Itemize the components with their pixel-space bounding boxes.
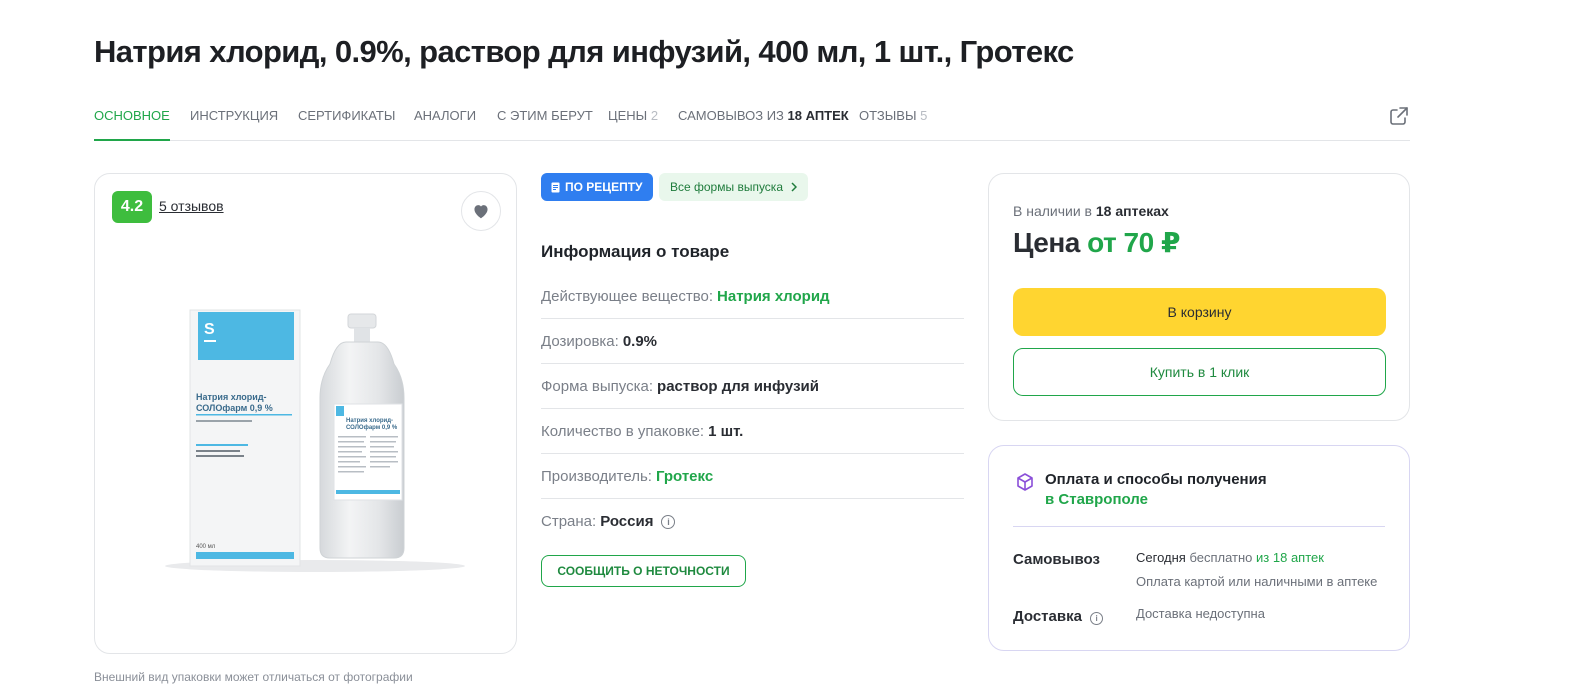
- tab-reviews[interactable]: Отзывы 5: [859, 108, 927, 123]
- chevron-right-icon: [791, 182, 797, 192]
- info-icon[interactable]: i: [1090, 612, 1104, 625]
- info-row-dosage: Дозировка: 0.9%: [541, 319, 964, 364]
- bottle-name-line2: СОЛОфарм 0,9 %: [346, 424, 398, 431]
- info-row-country: Страна: Россия i: [541, 499, 964, 544]
- favorite-button[interactable]: [461, 191, 501, 231]
- pack-brand-letter: S: [204, 321, 215, 338]
- box-icon: [1017, 473, 1033, 491]
- info-row-substance: Действующее вещество: Натрия хлорид: [541, 274, 964, 319]
- rating-badge: 4.2: [112, 191, 152, 223]
- info-title: Информация о товаре: [541, 242, 730, 261]
- price-value: от 70 ₽: [1087, 227, 1180, 258]
- delivery-card: Оплата и способы получения в Ставрополе …: [988, 445, 1410, 651]
- tab-analogs[interactable]: Аналоги: [414, 108, 476, 123]
- tab-count: 2: [650, 108, 659, 123]
- tab-count: 5: [920, 108, 928, 123]
- info-list: Действующее вещество: Натрия хлорид Дози…: [541, 274, 964, 544]
- tab-instruction[interactable]: Инструкция: [190, 108, 278, 123]
- substance-link[interactable]: Натрия хлорид: [717, 288, 830, 305]
- pack-name-line2: СОЛОфарм 0,9 %: [196, 403, 273, 413]
- price: Цена от 70 ₽: [1013, 227, 1180, 258]
- info-row-manufacturer: Производитель: Гротекс: [541, 454, 964, 499]
- bottle-name-line1: Натрия хлорид-: [346, 418, 393, 424]
- product-image-card: 4.2 5 отзывов S Натрия хлорид- СОЛОфарм …: [94, 173, 517, 654]
- all-forms-button[interactable]: Все формы выпуска: [659, 173, 808, 201]
- product-photo: S Натрия хлорид- СОЛОфарм 0,9 % 400 мл Н…: [165, 309, 465, 572]
- buy-one-click-button[interactable]: Купить в 1 клик: [1013, 348, 1386, 396]
- heart-icon: [474, 205, 488, 219]
- info-row-form: Форма выпуска: раствор для инфузий: [541, 364, 964, 409]
- delivery-value: Доставка недоступна: [1136, 606, 1265, 621]
- tab-certificates[interactable]: Сертификаты: [298, 108, 395, 123]
- pack-name-line1: Натрия хлорид-: [196, 392, 267, 402]
- product-title: Натрия хлорид, 0.9%, раствор для инфузий…: [94, 34, 1074, 69]
- pickup-stores-link[interactable]: из 18 аптек: [1256, 550, 1324, 565]
- info-row-quantity: Количество в упаковке: 1 шт.: [541, 409, 964, 454]
- manufacturer-link[interactable]: Гротекс: [656, 468, 713, 485]
- external-link-icon[interactable]: [1388, 105, 1410, 127]
- availability-text: В наличии в 18 аптеках: [1013, 203, 1169, 219]
- add-to-cart-button[interactable]: В корзину: [1013, 288, 1386, 336]
- pickup-info: Сегодня бесплатно из 18 аптек: [1136, 550, 1324, 565]
- tab-main[interactable]: Основное: [94, 108, 170, 141]
- city-link[interactable]: в Ставрополе: [1045, 491, 1148, 508]
- pickup-label: Самовывоз: [1013, 551, 1100, 568]
- reviews-link[interactable]: 5 отзывов: [159, 198, 224, 214]
- delivery-label: Доставка i: [1013, 608, 1104, 625]
- tab-bought-together[interactable]: С этим берут: [497, 108, 593, 123]
- tab-prices[interactable]: Цены 2: [608, 108, 658, 123]
- tab-pickup[interactable]: Самовывоз из 18 аптек: [678, 108, 849, 123]
- prescription-badge: По рецепту: [541, 173, 653, 201]
- price-card: В наличии в 18 аптеках Цена от 70 ₽ В ко…: [988, 173, 1410, 421]
- report-inaccuracy-button[interactable]: Сообщить о неточности: [541, 555, 746, 587]
- prescription-icon: [551, 182, 560, 192]
- info-icon[interactable]: i: [661, 514, 676, 529]
- image-disclaimer: Внешний вид упаковки может отличаться от…: [94, 670, 413, 684]
- pack-volume: 400 мл: [196, 544, 216, 550]
- divider: [1013, 526, 1385, 527]
- delivery-title: Оплата и способы получения: [1045, 471, 1267, 488]
- product-tabs: Основное Инструкция Сертификаты Аналоги …: [94, 100, 1410, 141]
- pickup-payment: Оплата картой или наличными в аптеке: [1136, 574, 1378, 589]
